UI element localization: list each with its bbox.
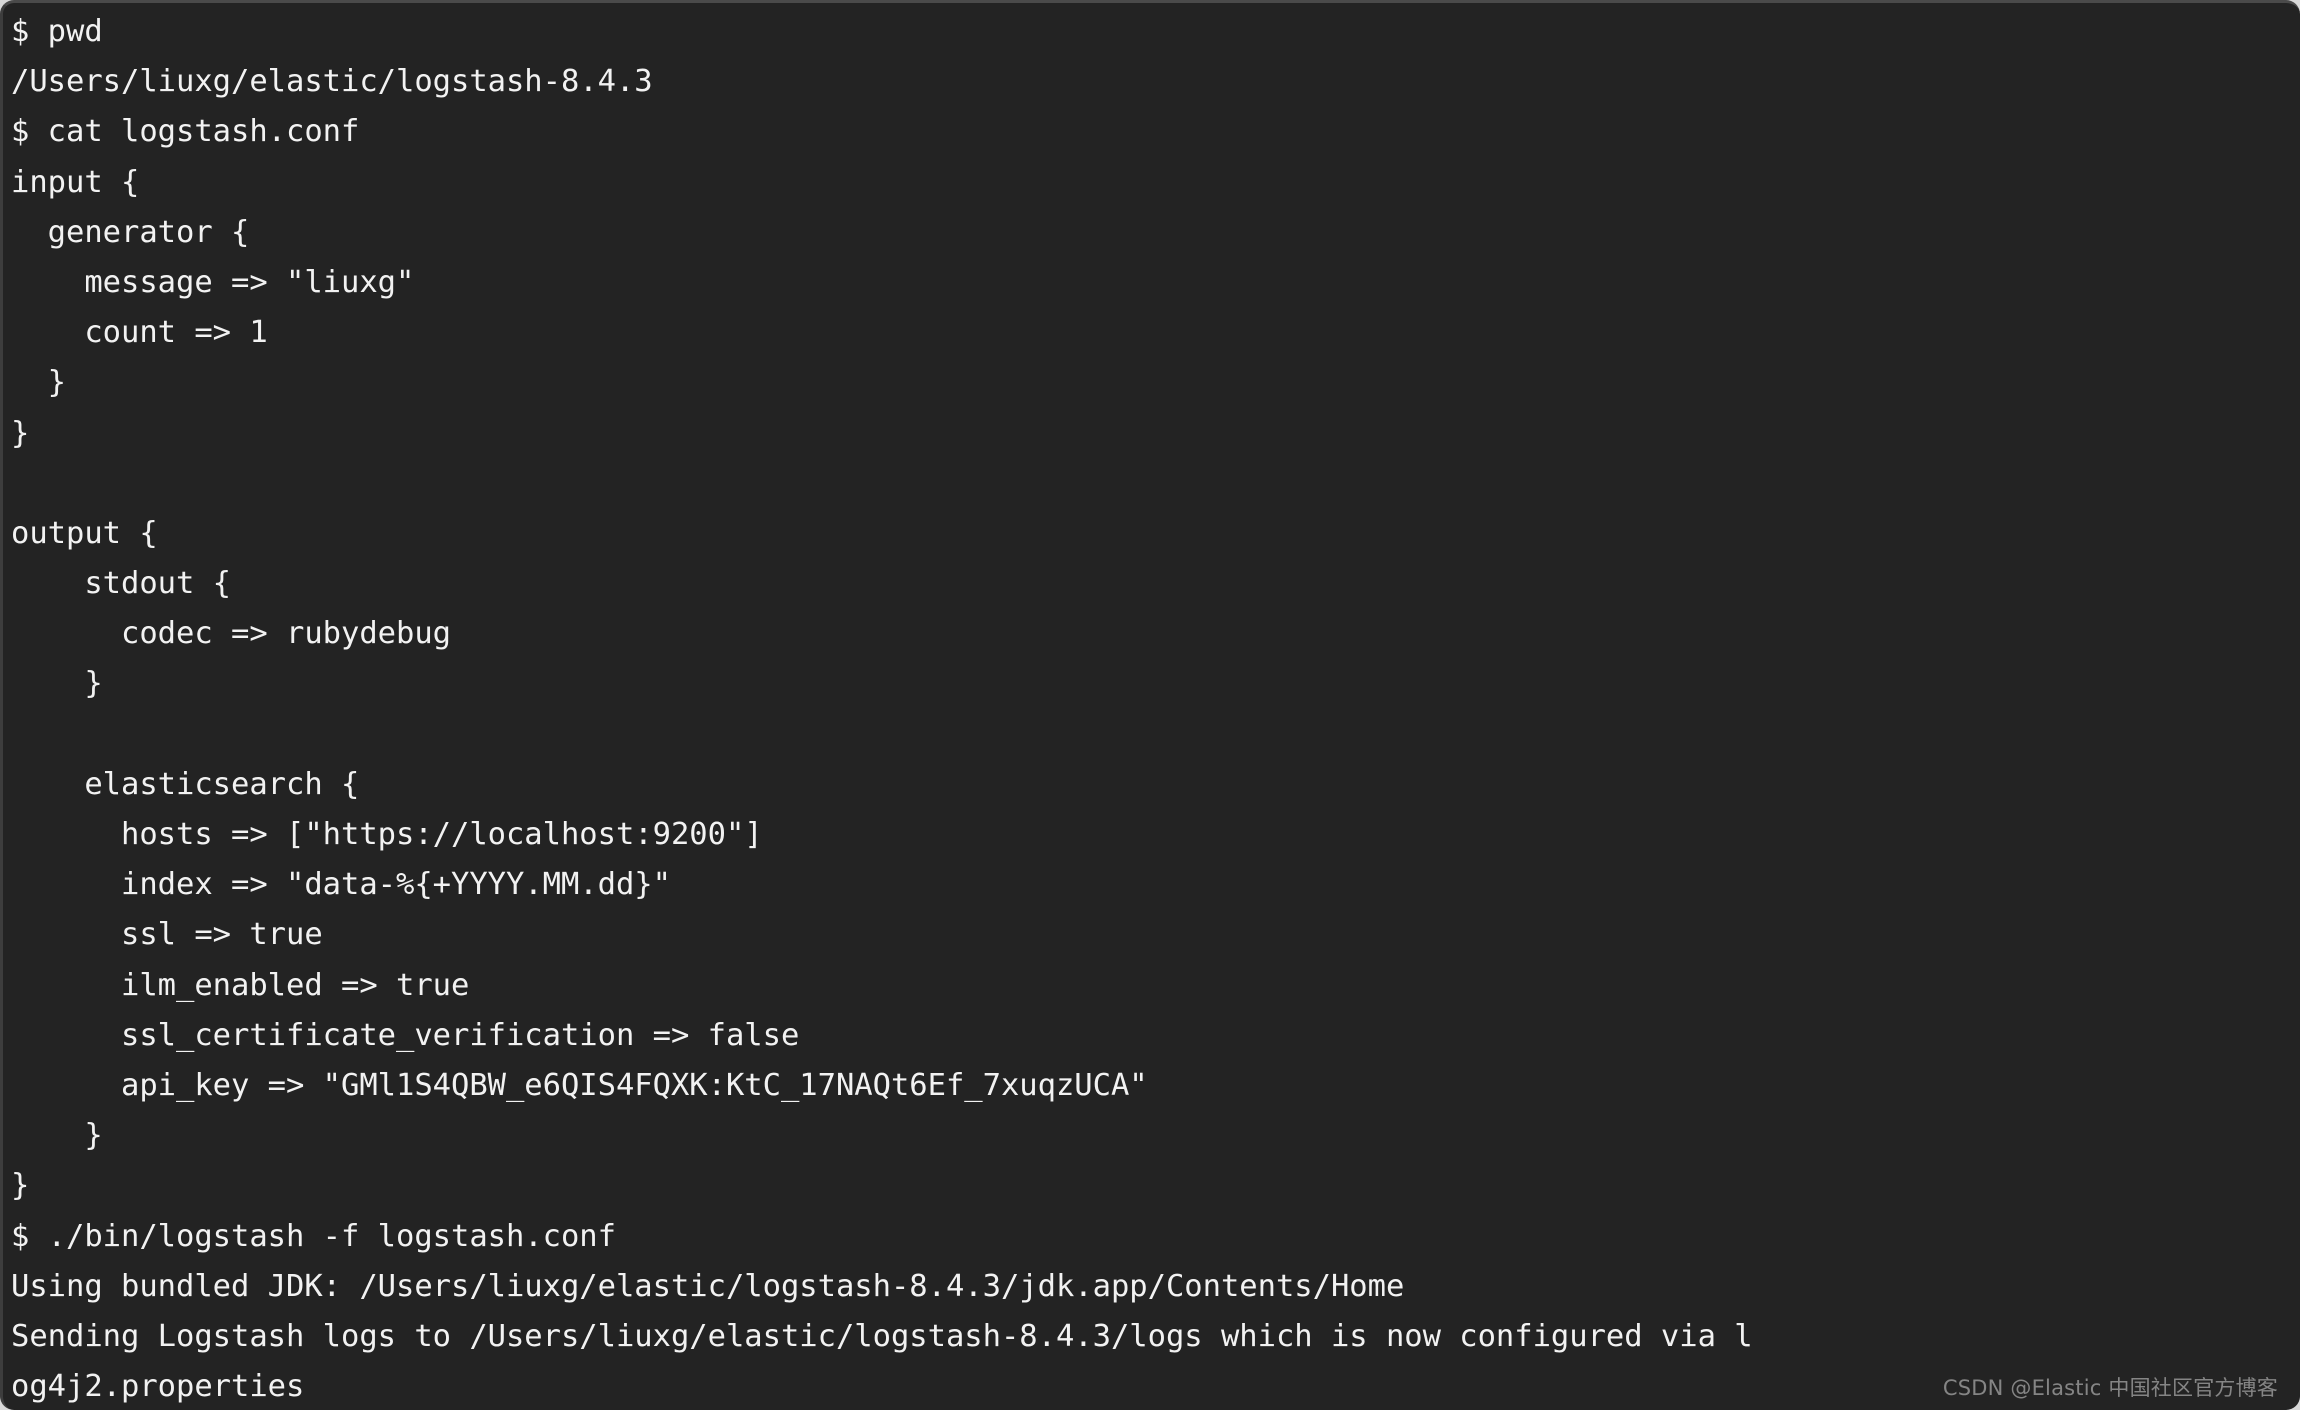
terminal-line: ssl => true <box>11 917 323 953</box>
terminal-line: $ ./bin/logstash -f logstash.conf <box>11 1218 616 1254</box>
terminal-line: input { <box>11 164 140 200</box>
terminal-line: api_key => "GMl1S4QBW_e6QIS4FQXK:KtC_17N… <box>11 1067 1148 1103</box>
terminal-line: message => "liuxg" <box>11 264 415 300</box>
terminal-line: } <box>11 365 66 401</box>
terminal-line: } <box>11 415 30 451</box>
terminal-line: Sending Logstash logs to /Users/liuxg/el… <box>11 1318 1753 1354</box>
terminal-line: index => "data-%{+YYYY.MM.dd}" <box>11 867 671 903</box>
terminal-line: count => 1 <box>11 315 268 351</box>
terminal-window[interactable]: $ pwd /Users/liuxg/elastic/logstash-8.4.… <box>0 0 2300 1410</box>
csdn-watermark: CSDN @Elastic 中国社区官方博客 <box>1942 1376 2278 1400</box>
terminal-line: $ cat logstash.conf <box>11 114 360 150</box>
terminal-line: codec => rubydebug <box>11 616 451 652</box>
terminal-line: stdout { <box>11 566 231 602</box>
terminal-line: Using bundled JDK: /Users/liuxg/elastic/… <box>11 1268 1405 1304</box>
terminal-line: output { <box>11 515 158 551</box>
terminal-line: $ pwd <box>11 14 103 49</box>
terminal-line: ilm_enabled => true <box>11 967 470 1003</box>
terminal-line: } <box>11 666 103 702</box>
terminal-line: generator { <box>11 214 250 250</box>
terminal-line: /Users/liuxg/elastic/logstash-8.4.3 <box>11 64 653 100</box>
terminal-line: } <box>11 1168 30 1204</box>
terminal-line: ssl_certificate_verification => false <box>11 1017 800 1053</box>
terminal-line: } <box>11 1118 103 1154</box>
terminal-line: elasticsearch { <box>11 766 360 802</box>
terminal-output-area[interactable]: $ pwd /Users/liuxg/elastic/logstash-8.4.… <box>3 3 2300 1410</box>
terminal-line: hosts => ["https://localhost:9200"] <box>11 817 763 852</box>
